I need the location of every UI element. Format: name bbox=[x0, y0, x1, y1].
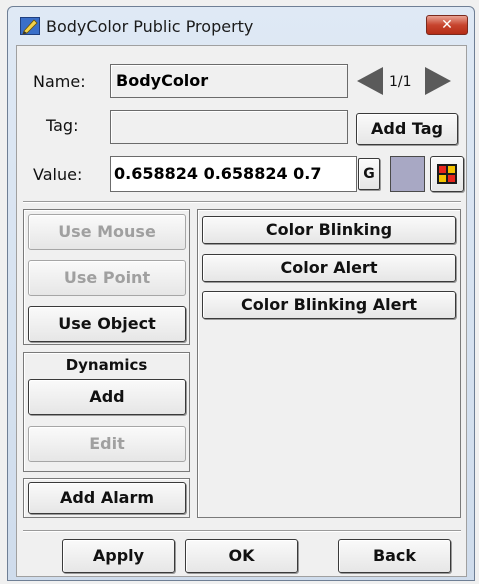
tag-field[interactable] bbox=[110, 110, 348, 144]
footer-divider bbox=[23, 530, 461, 532]
close-icon: ✕ bbox=[441, 17, 453, 33]
color-swatch[interactable] bbox=[390, 156, 425, 192]
use-point-button[interactable]: Use Point bbox=[28, 260, 186, 296]
g-button[interactable]: G bbox=[358, 158, 380, 190]
title-bar[interactable]: BodyColor Public Property ✕ bbox=[8, 7, 474, 45]
arrow-left-icon[interactable] bbox=[357, 67, 383, 95]
add-tag-button[interactable]: Add Tag bbox=[356, 113, 458, 145]
divider bbox=[23, 201, 461, 203]
window-frame: BodyColor Public Property ✕ Name: BodyCo… bbox=[7, 6, 475, 581]
tag-label: Tag: bbox=[46, 116, 79, 135]
edit-dynamics-button[interactable]: Edit bbox=[28, 426, 186, 462]
list-item-color-blinking-alert[interactable]: Color Blinking Alert bbox=[202, 291, 456, 319]
list-item-color-alert[interactable]: Color Alert bbox=[202, 254, 456, 282]
use-mouse-button[interactable]: Use Mouse bbox=[28, 214, 186, 250]
add-alarm-button[interactable]: Add Alarm bbox=[28, 482, 186, 514]
arrow-right-icon[interactable] bbox=[425, 67, 451, 95]
pencil-icon bbox=[20, 17, 40, 35]
dialog-body: Name: BodyColor 1/1 Tag: Add Tag Value: … bbox=[16, 45, 467, 577]
property-dialog: BodyColor Public Property ✕ Name: BodyCo… bbox=[0, 0, 479, 584]
add-dynamics-button[interactable]: Add bbox=[28, 379, 186, 415]
apply-button[interactable]: Apply bbox=[62, 539, 175, 573]
value-label: Value: bbox=[33, 165, 83, 184]
window-title: BodyColor Public Property bbox=[46, 17, 254, 36]
value-field[interactable]: 0.658824 0.658824 0.7 bbox=[110, 156, 357, 192]
list-item-color-blinking[interactable]: Color Blinking bbox=[202, 216, 456, 244]
close-button[interactable]: ✕ bbox=[426, 15, 468, 35]
color-palette-icon bbox=[437, 164, 457, 184]
name-field[interactable]: BodyColor bbox=[110, 64, 348, 98]
page-indicator: 1/1 bbox=[389, 74, 412, 90]
ok-button[interactable]: OK bbox=[185, 539, 298, 573]
name-label: Name: bbox=[33, 72, 86, 91]
use-object-button[interactable]: Use Object bbox=[28, 306, 186, 342]
palette-button[interactable] bbox=[430, 156, 464, 192]
dynamics-title: Dynamics bbox=[65, 356, 148, 374]
back-button[interactable]: Back bbox=[338, 539, 451, 573]
